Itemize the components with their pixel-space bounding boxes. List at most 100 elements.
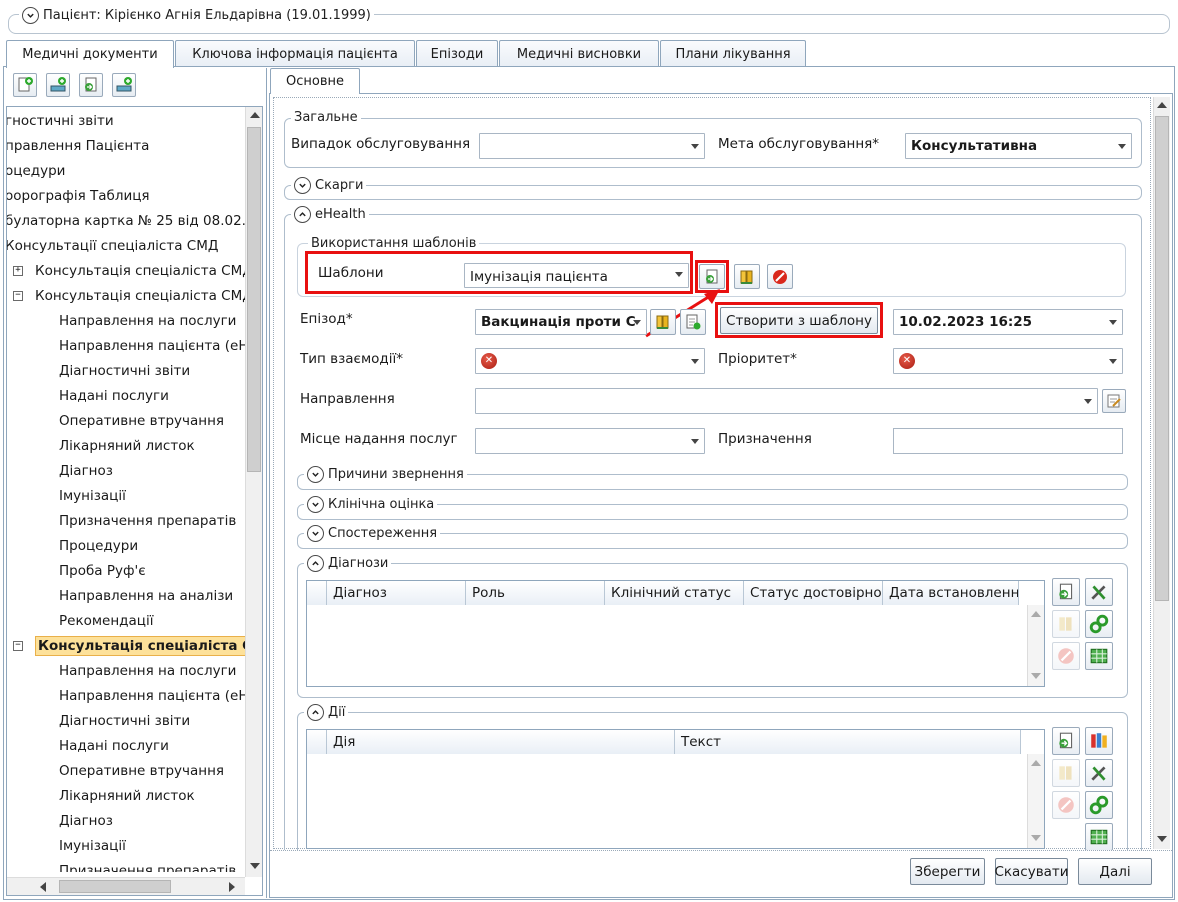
chevron-down-icon[interactable] xyxy=(22,7,39,24)
scroll-up-arrow-icon[interactable] xyxy=(1157,102,1167,108)
templates-combo[interactable]: Імунізація пацієнта xyxy=(464,263,689,288)
goal-combo[interactable]: Консультативна xyxy=(905,133,1132,159)
tree-item[interactable]: Призначення препаратів xyxy=(59,861,236,872)
scroll-left-arrow-icon[interactable] xyxy=(40,882,46,892)
tree-item[interactable]: Оперативне втручання xyxy=(59,411,224,431)
diagnoses-col-diagnosis[interactable]: Діагноз xyxy=(327,581,466,605)
tree-item[interactable]: Консультації спеціаліста СМД xyxy=(7,236,218,256)
collapse-icon[interactable]: − xyxy=(13,641,23,651)
add-hospital-button[interactable] xyxy=(112,73,136,97)
expand-icon[interactable]: + xyxy=(13,266,23,276)
actions-grid[interactable]: Дія Текст xyxy=(306,729,1045,849)
next-button[interactable]: Далі xyxy=(1078,858,1152,885)
diagnoses-col-date[interactable]: Дата встановлення xyxy=(883,581,1019,605)
tree-item[interactable]: оорографія Таблиця xyxy=(7,186,150,206)
scroll-right-arrow-icon[interactable] xyxy=(229,882,235,892)
tree-item[interactable]: Діагноз xyxy=(59,461,113,481)
new-referral-button[interactable] xyxy=(46,73,70,97)
form-scroll-thumb[interactable] xyxy=(1155,116,1169,601)
save-button[interactable]: Зберегти xyxy=(910,858,985,885)
tab-main[interactable]: Основне xyxy=(270,68,360,94)
case-combo[interactable] xyxy=(479,133,705,159)
tree-item[interactable]: Консультація спеціаліста СМД xyxy=(35,261,245,281)
tree-horizontal-scrollbar[interactable] xyxy=(7,877,245,895)
create-from-template-button[interactable]: Створити з шаблону xyxy=(720,307,878,334)
diagnoses-grid[interactable]: Діагноз Роль Клінічний статус Статус дос… xyxy=(306,580,1045,687)
import-button[interactable] xyxy=(79,73,103,97)
tab-medical-documents[interactable]: Медичні документи xyxy=(6,40,174,68)
service-place-combo[interactable] xyxy=(475,428,705,454)
diagnoses-book-button[interactable] xyxy=(1052,610,1080,638)
tree-item[interactable]: Процедури xyxy=(59,536,138,556)
cancel-button[interactable]: Скасувати xyxy=(994,858,1069,885)
open-template-button[interactable] xyxy=(734,264,760,289)
chevron-up-icon[interactable] xyxy=(307,555,324,572)
tree-item[interactable]: Проба Руф'є xyxy=(59,561,146,581)
actions-add-button[interactable] xyxy=(1052,727,1080,755)
scroll-down-arrow-icon[interactable] xyxy=(1157,836,1167,842)
tab-key-info[interactable]: Ключова інформація пацієнта xyxy=(175,40,415,67)
tree-item[interactable]: правлення Пацієнта xyxy=(7,136,149,156)
actions-delete-button[interactable] xyxy=(1052,791,1080,819)
tab-treatment-plans[interactable]: Плани лікування xyxy=(660,40,806,67)
diagnoses-delete-button[interactable] xyxy=(1052,642,1080,670)
diagnoses-col-verification[interactable]: Статус достовірнос xyxy=(744,581,883,605)
actions-books-button[interactable] xyxy=(1085,727,1113,755)
collapse-icon[interactable]: − xyxy=(13,291,23,301)
tree-item[interactable]: Імунізації xyxy=(59,486,126,506)
actions-link-button[interactable] xyxy=(1085,791,1113,819)
actions-col-action[interactable]: Дія xyxy=(327,730,675,754)
chevron-down-icon[interactable] xyxy=(307,466,324,483)
tree-item[interactable]: гностичні звіти xyxy=(7,111,114,131)
chevron-up-icon[interactable] xyxy=(307,704,324,721)
tree-item[interactable]: оцедури xyxy=(7,161,65,181)
tree-item[interactable]: Рекомендації xyxy=(59,611,153,631)
chevron-down-icon[interactable] xyxy=(307,496,324,513)
tree-item[interactable]: Діагностичні звіти xyxy=(59,711,190,731)
tree-item-selected[interactable]: Консультація спеціаліста СМ xyxy=(35,636,245,656)
diagnoses-link-button[interactable] xyxy=(1085,610,1113,638)
form-vertical-scrollbar[interactable] xyxy=(1153,97,1170,849)
tree-item[interactable]: Направлення на послуги xyxy=(59,661,236,681)
panel-splitter[interactable] xyxy=(266,68,267,898)
purpose-input[interactable] xyxy=(893,428,1123,454)
episode-combo[interactable]: Вакцинація проти С xyxy=(475,309,647,335)
actions-scrollbar[interactable] xyxy=(1027,754,1044,848)
diagnoses-table-button[interactable] xyxy=(1085,642,1113,670)
referral-edit-button[interactable] xyxy=(1102,389,1126,413)
tree-item[interactable]: Направлення пацієнта (eHe xyxy=(59,686,245,706)
tree-item[interactable]: Надані послуги xyxy=(59,736,169,756)
tree-item[interactable]: Діагностичні звіти xyxy=(59,361,190,381)
delete-template-button[interactable] xyxy=(767,264,793,289)
tree-vertical-scrollbar[interactable] xyxy=(245,107,262,877)
actions-book-button[interactable] xyxy=(1052,759,1080,787)
diagnoses-add-button[interactable] xyxy=(1052,578,1080,606)
tree-item[interactable]: Направлення пацієнта (eHe xyxy=(59,336,245,356)
tree-scroll-thumb[interactable] xyxy=(247,127,261,472)
diagnoses-scrollbar[interactable] xyxy=(1027,605,1044,686)
diagnoses-col-role[interactable]: Роль xyxy=(466,581,605,605)
actions-col-text[interactable]: Текст xyxy=(675,730,1021,754)
tree-item[interactable]: Направлення на послуги xyxy=(59,311,236,331)
episode-new-button[interactable] xyxy=(680,309,706,335)
tree-item[interactable]: Імунізації xyxy=(59,836,126,856)
tree-item[interactable]: Лікарняний листок xyxy=(59,436,195,456)
tree-item[interactable]: Оперативне втручання xyxy=(59,761,224,781)
tree-item[interactable]: Направлення на аналізи xyxy=(59,586,233,606)
tree-item[interactable]: булаторна картка № 25 від 08.02.2 xyxy=(7,211,245,231)
tree-item[interactable]: Консультація спеціаліста СМД xyxy=(35,286,245,306)
interaction-type-combo[interactable]: ✕ xyxy=(475,348,705,374)
tree-item[interactable]: Лікарняний листок xyxy=(59,786,195,806)
tree-hscroll-thumb[interactable] xyxy=(59,880,171,893)
chevron-up-icon[interactable] xyxy=(294,206,311,223)
diagnoses-tools-button[interactable] xyxy=(1085,578,1113,606)
tree-item[interactable]: Призначення препаратів xyxy=(59,511,236,531)
tab-medical-conclusions[interactable]: Медичні висновки xyxy=(499,40,659,67)
tree-item[interactable]: Діагноз xyxy=(59,811,113,831)
actions-tools-button[interactable] xyxy=(1085,759,1113,787)
date-field[interactable]: 10.02.2023 16:25 xyxy=(893,309,1123,335)
chevron-down-icon[interactable] xyxy=(294,177,311,194)
episode-book-button[interactable] xyxy=(650,309,676,335)
diagnoses-col-clinical-status[interactable]: Клінічний статус xyxy=(605,581,744,605)
actions-table-button[interactable] xyxy=(1085,823,1113,851)
